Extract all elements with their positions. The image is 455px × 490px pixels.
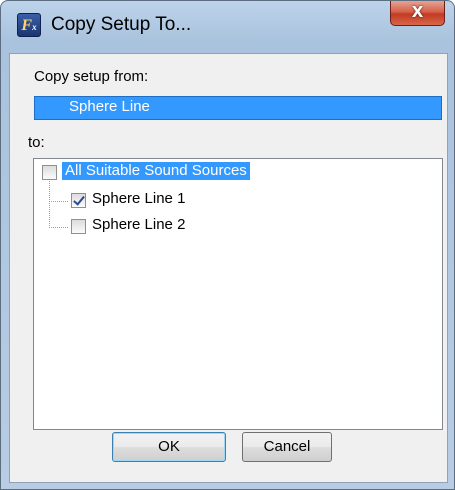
tree-connector: [49, 227, 68, 228]
title-bar[interactable]: Fx Copy Setup To... X: [1, 1, 455, 53]
copy-from-value: Sphere Line: [69, 98, 150, 115]
tree-item-all-suitable-sound-sources[interactable]: All Suitable Sound Sources: [62, 162, 250, 180]
tree-item-sphere-line-2[interactable]: Sphere Line 2: [92, 216, 185, 233]
dialog-window: Fx Copy Setup To... X Copy setup from: S…: [0, 0, 455, 490]
checkbox-sphere-line-2[interactable]: [71, 219, 86, 234]
copy-from-field[interactable]: Sphere Line: [34, 96, 442, 120]
tree-item-sphere-line-1[interactable]: Sphere Line 1: [92, 190, 185, 207]
tree-connector: [49, 201, 68, 202]
cancel-button[interactable]: Cancel: [242, 432, 332, 462]
checkbox-sphere-line-1[interactable]: [71, 193, 86, 208]
copy-from-label: Copy setup from:: [34, 68, 149, 85]
sound-source-tree[interactable]: All Suitable Sound Sources Sphere Line 1…: [33, 158, 443, 430]
tree-connector: [49, 178, 50, 228]
window-title: Copy Setup To...: [51, 14, 192, 35]
app-icon: Fx: [17, 13, 41, 37]
checkbox-all-suitable-sound-sources[interactable]: [42, 165, 57, 180]
dialog-body: Copy setup from: Sphere Line to: All Sui…: [9, 53, 448, 483]
ok-button[interactable]: OK: [112, 432, 226, 462]
copy-to-label: to:: [28, 134, 45, 151]
close-button[interactable]: X: [390, 1, 445, 26]
